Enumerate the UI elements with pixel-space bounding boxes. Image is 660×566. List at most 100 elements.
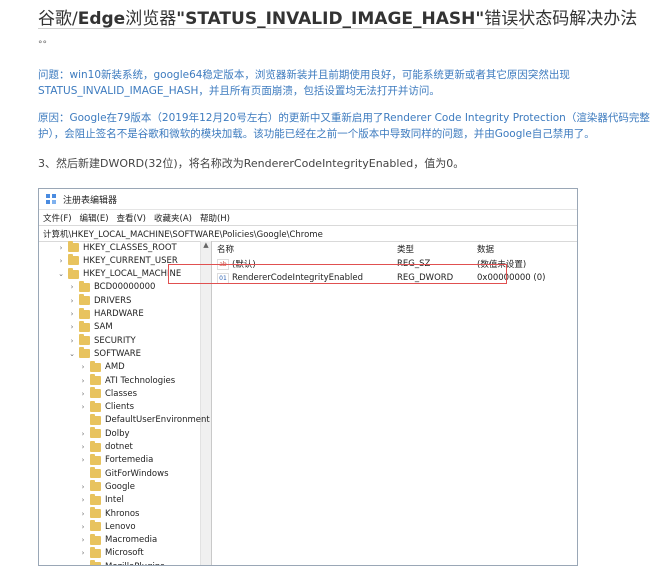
chevron-right-icon[interactable]: › [79,456,87,464]
chevron-right-icon[interactable]: › [79,403,87,411]
title-edge: Edge [77,9,126,29]
chevron-right-icon[interactable]: › [57,257,65,265]
tree-item-label: SOFTWARE [94,348,142,359]
tree-item[interactable]: › Lenovo [79,520,136,533]
chevron-right-icon[interactable]: › [79,430,87,438]
tree-item[interactable]: › Macromedia [79,533,158,547]
menu-bar: 文件(F) 编辑(E) 查看(V) 收藏夹(A) 帮助(H) [39,210,577,225]
paragraph-step3: 3、然后新建DWORD(32位)，将名称改为RendererCodeIntegr… [38,157,465,170]
chevron-right-icon[interactable]: › [57,244,65,252]
tree-item[interactable]: ⌄ SOFTWARE [68,347,141,360]
highlight-box [168,264,507,284]
chevron-right-icon[interactable]: › [79,483,87,491]
tree-item-label: Microsoft [105,548,144,559]
tree-item[interactable]: › ATI Technologies [79,374,175,387]
tree-item-label: Macromedia [105,535,158,546]
tree-item[interactable]: ⌄ HKEY_LOCAL_MACHINE [57,267,182,281]
tree-item[interactable]: › BCD00000000 [68,280,156,294]
address-bar[interactable]: 计算机\HKEY_LOCAL_MACHINE\SOFTWARE\Policies… [39,225,577,242]
menu-view[interactable]: 查看(V) [117,212,146,224]
folder-icon [90,387,101,399]
chevron-down-icon[interactable]: ⌄ [68,350,76,358]
tree-item[interactable]: › HKEY_CLASSES_ROOT [57,241,177,254]
menu-file[interactable]: 文件(F) [43,212,72,224]
chevron-right-icon[interactable]: › [79,363,87,371]
chevron-right-icon[interactable]: › [79,549,87,557]
tree-item[interactable]: › Dolby [79,427,130,440]
tree-item-label: Khronos [105,508,140,519]
chevron-right-icon[interactable]: › [79,390,87,398]
title-prefix: 谷歌/ [38,9,78,29]
tree-item[interactable]: › HKEY_CURRENT_USER [57,254,178,267]
folder-icon [79,280,90,292]
menu-edit[interactable]: 编辑(E) [80,212,109,224]
chevron-right-icon[interactable]: › [79,510,87,518]
chevron-right-icon[interactable]: › [68,283,76,291]
tree-item-label: HKEY_LOCAL_MACHINE [83,269,182,280]
tree-item-label: dotnet [105,442,133,452]
tree-item[interactable]: › Google [79,480,135,493]
tree-scrollbar[interactable]: ▲ [200,241,211,565]
chevron-right-icon[interactable]: › [79,377,87,385]
tree-item[interactable]: › dotnet [79,440,133,454]
folder-icon [90,480,101,492]
regedit-icon [46,194,56,204]
folder-icon [90,546,101,558]
column-name[interactable]: 名称 [217,243,234,255]
tree-item[interactable]: › Khronos [79,507,140,520]
chevron-right-icon[interactable]: › [68,310,76,318]
tree-item-label: Google [105,481,135,492]
tree-item-label: SECURITY [94,335,136,346]
tree-item[interactable]: › Intel [79,493,124,507]
tree-item[interactable]: › SAM [68,320,113,334]
tree-item[interactable]: DefaultUserEnvironment [79,413,210,427]
values-pane: 名称 类型 数据 ab (默认) REG_SZ (数值未设置) 01 Rende… [212,241,577,565]
tree-item-label: HARDWARE [94,309,144,319]
column-type[interactable]: 类型 [397,243,414,255]
tree-item-label: Fortemedia [105,455,154,466]
folder-icon [90,507,101,518]
tree-item[interactable]: GitForWindows [79,467,169,480]
column-data[interactable]: 数据 [477,243,494,255]
tree-item[interactable]: › DRIVERS [68,294,131,307]
scroll-up-icon[interactable]: ▲ [201,241,211,253]
folder-icon [90,360,101,372]
window-title: 注册表编辑器 [63,195,118,206]
folder-icon [90,440,101,452]
chevron-down-icon[interactable]: ⌄ [57,270,65,278]
tree-item[interactable]: › SECURITY [68,334,136,347]
tree-item[interactable]: › Clients [79,400,134,414]
regedit-titlebar[interactable]: 注册表编辑器 [39,189,577,210]
folder-icon [79,334,90,346]
article-title: 谷歌/Edge浏览器"STATUS_INVALID_IMAGE_HASH"错误状… [38,4,637,29]
tree-item-label: GitForWindows [105,468,169,479]
title-underline [38,28,524,29]
chevron-right-icon[interactable]: › [68,337,76,345]
tree-item[interactable]: › Classes [79,387,137,400]
title-status-code: "STATUS_INVALID_IMAGE_HASH" [176,9,485,29]
tree-item[interactable]: › Fortemedia [79,453,154,467]
chevron-right-icon[interactable]: › [79,536,87,544]
tree-item[interactable]: › HARDWARE [68,307,144,321]
tree-item[interactable]: › AMD [79,360,125,374]
regedit-window: 注册表编辑器 文件(F) 编辑(E) 查看(V) 收藏夹(A) 帮助(H) 计算… [38,188,578,566]
menu-favorites[interactable]: 收藏夹(A) [154,212,192,224]
regedit-panes: ▲ › HKEY_CLASSES_ROOT › HKEY_CURRENT_USER ⌄ H… [39,241,577,565]
tree-item[interactable]: › Microsoft [79,546,144,560]
menu-help[interactable]: 帮助(H) [200,212,230,224]
tree-item-label: BCD00000000 [94,282,156,293]
folder-icon [79,294,90,306]
folder-icon [79,347,90,359]
folder-icon [90,427,101,439]
chevron-right-icon[interactable]: › [68,297,76,305]
chevron-right-icon[interactable]: › [79,523,87,531]
tree-item-label: ATI Technologies [105,375,176,386]
chevron-right-icon[interactable]: › [68,323,76,331]
folder-icon [68,241,79,252]
tree-item[interactable]: ›MozillaPlugins [79,560,165,565]
chevron-right-icon[interactable]: › [79,443,87,451]
tree-item-label: SAM [94,322,113,333]
folder-icon [90,533,101,545]
tree-item-label: HKEY_CURRENT_USER [83,255,178,266]
chevron-right-icon[interactable]: › [79,496,87,504]
